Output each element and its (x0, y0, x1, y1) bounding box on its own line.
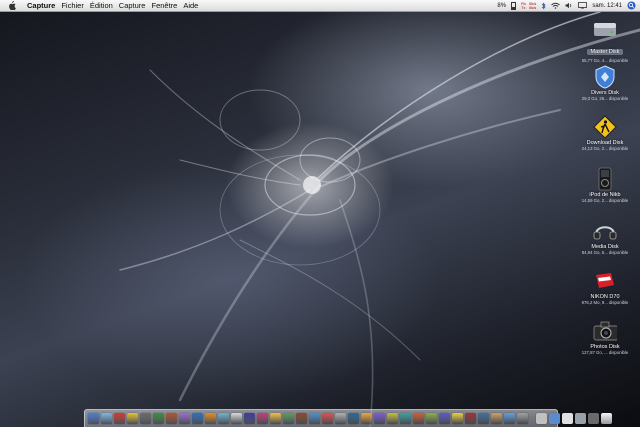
dock-app-icon[interactable] (218, 413, 229, 424)
dock-app-icon[interactable] (348, 413, 359, 424)
dock-app-icon[interactable] (517, 413, 528, 424)
menu-extras: 8% Rx Tx 0k/s 0k/s sam. 12:41 (497, 0, 636, 11)
drive-ipod[interactable]: iPod de Nikb 14,59 Go, 2... disponible (570, 167, 640, 203)
dock-app-icon[interactable] (153, 413, 164, 424)
dock-stack-icon[interactable] (549, 413, 560, 424)
drive-name: Master Disk (587, 49, 623, 55)
bluetooth-icon[interactable] (541, 2, 546, 10)
dock-app-icon[interactable] (309, 413, 320, 424)
drive-master-disk[interactable]: Master Disk 55,77 Go, 4... disponible (570, 18, 640, 63)
drive-free-space: 976,2 Mo, 9... disponible (581, 300, 629, 305)
dock-stack-icon[interactable] (562, 413, 573, 424)
dock-app-icon[interactable] (504, 413, 515, 424)
wifi-icon[interactable] (551, 2, 561, 9)
dock-app-icon[interactable] (374, 413, 385, 424)
dock-app-icon[interactable] (244, 413, 255, 424)
hard-drive-icon (593, 18, 617, 40)
dock-app-icon[interactable] (179, 413, 190, 424)
dock-app-icon[interactable] (478, 413, 489, 424)
dock-app-icon[interactable] (192, 413, 203, 424)
volume-icon[interactable] (565, 2, 573, 9)
shield-drive-icon (593, 65, 617, 89)
drive-free-space: 84,94 Go, 5... disponible (581, 250, 629, 255)
battery-percent[interactable]: 8% (497, 3, 506, 9)
drive-free-space: 55,77 Go, 4... disponible (581, 58, 629, 63)
drive-free-space: 24,13 Go, 2... disponible (581, 146, 629, 151)
dock-app-icon[interactable] (257, 413, 268, 424)
dock-app-icon[interactable] (361, 413, 372, 424)
trash-icon[interactable] (601, 413, 612, 424)
wallpaper-swirls (119, 11, 640, 427)
drive-free-space: 127,87 Go, ... disponible (581, 350, 629, 355)
camera-icon (593, 320, 617, 342)
drive-media-disk[interactable]: Media Disk 84,94 Go, 5... disponible (570, 220, 640, 255)
dock-app-icon[interactable] (127, 413, 138, 424)
network-rate-2: 0k/s (528, 4, 537, 10)
dock (84, 409, 612, 427)
dock-app-icon[interactable] (439, 413, 450, 424)
dock-app-icon[interactable] (387, 413, 398, 424)
drive-free-space: 29,3 Go, 26... disponible (581, 96, 629, 101)
network-label-tx: Tx (521, 4, 526, 10)
menu-fichier[interactable]: Fichier (61, 1, 84, 10)
display-mirror-icon[interactable] (578, 2, 588, 9)
dock-app-icon[interactable] (413, 413, 424, 424)
dock-app-icon[interactable] (322, 413, 333, 424)
dock-app-icon[interactable] (283, 413, 294, 424)
menu-aide[interactable]: Aide (183, 1, 198, 10)
dock-app-icon[interactable] (400, 413, 411, 424)
dock-app-icon[interactable] (114, 413, 125, 424)
menu-capture[interactable]: Capture (119, 1, 146, 10)
apple-menu-icon[interactable] (8, 1, 18, 10)
dock-app-icon[interactable] (426, 413, 437, 424)
dock-app-icon[interactable] (205, 413, 216, 424)
dock-app-icon[interactable] (88, 413, 99, 424)
dock-stack-icon[interactable] (588, 413, 599, 424)
dock-app-icon[interactable] (101, 413, 112, 424)
dock-app-icon[interactable] (465, 413, 476, 424)
dock-app-icon[interactable] (452, 413, 463, 424)
dock-app-icon[interactable] (140, 413, 151, 424)
pedestrian-sign-icon (593, 115, 617, 139)
network-monitor[interactable]: Rx Tx 0k/s 0k/s (521, 1, 537, 10)
drive-photos-disk[interactable]: Photos Disk 127,87 Go, ... disponible (570, 320, 640, 355)
drive-free-space: 14,59 Go, 2... disponible (581, 198, 629, 203)
drive-divers-disk[interactable]: Divers Disk 29,3 Go, 26... disponible (570, 65, 640, 101)
menu-edition[interactable]: Édition (90, 1, 113, 10)
menubar-clock[interactable]: sam. 12:41 (592, 3, 622, 9)
dock-app-icon[interactable] (166, 413, 177, 424)
dock-app-icon[interactable] (491, 413, 502, 424)
drive-download-disk[interactable]: Download Disk 24,13 Go, 2... disponible (570, 115, 640, 151)
dock-app-icon[interactable] (270, 413, 281, 424)
desktop (0, 0, 640, 427)
cpu-meter-icon[interactable] (511, 1, 517, 10)
dock-app-icon[interactable] (335, 413, 346, 424)
memory-card-icon (593, 270, 617, 292)
drive-nikon-d70[interactable]: NIKON D70 976,2 Mo, 9... disponible (570, 270, 640, 305)
ipod-icon (593, 167, 617, 191)
spotlight-search-icon[interactable] (627, 1, 636, 10)
headphones-icon (593, 220, 617, 242)
menu-fenetre[interactable]: Fenêtre (151, 1, 177, 10)
dock-stack-icon[interactable] (575, 413, 586, 424)
dock-app-icon[interactable] (231, 413, 242, 424)
dock-stack-icon[interactable] (536, 413, 547, 424)
menu-bar: Capture Fichier Édition Capture Fenêtre … (0, 0, 640, 12)
menu-app-name[interactable]: Capture (27, 1, 55, 10)
dock-app-icon[interactable] (296, 413, 307, 424)
